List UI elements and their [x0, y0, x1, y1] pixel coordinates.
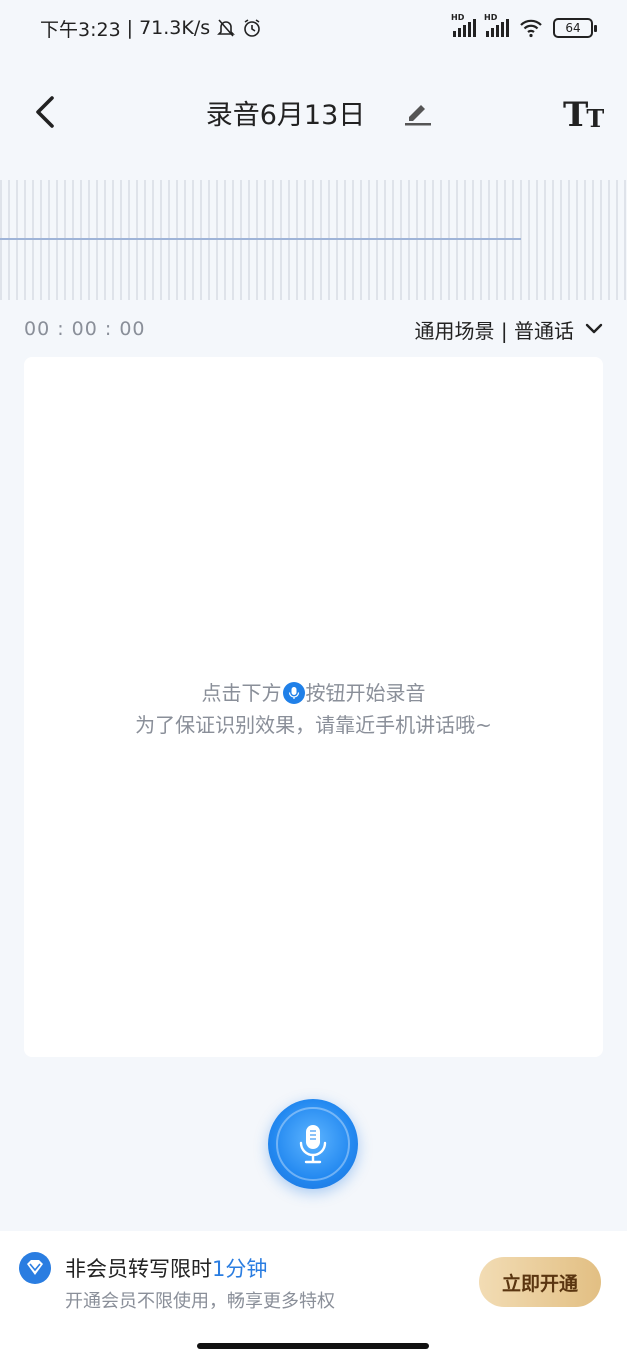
hint-text-after: 按钮开始录音 [305, 681, 426, 705]
timer-row: 00 : 00 : 00 通用场景 | 普通话 [24, 312, 604, 346]
waveform-baseline [0, 238, 521, 240]
font-size-icon-small: T [586, 104, 605, 133]
signal-hd-label: HD [484, 13, 498, 22]
signal-hd-label: HD [451, 13, 465, 22]
recording-timer: 00 : 00 : 00 [24, 318, 146, 340]
hint-line-1: 点击下方 按钮开始录音 [24, 677, 603, 709]
record-button-ring [276, 1107, 350, 1181]
chevron-down-icon [585, 323, 603, 334]
status-bar: 下午3:23 | 71.3K/s HD HD 64 [0, 0, 627, 56]
membership-banner: 非会员转写限时1分钟 开通会员不限使用，畅享更多特权 立即开通 [0, 1231, 627, 1359]
hint-line-2: 为了保证识别效果，请靠近手机讲话哦~ [135, 713, 492, 737]
home-indicator[interactable] [197, 1343, 429, 1349]
membership-subtitle: 开通会员不限使用，畅享更多特权 [65, 1291, 335, 1312]
membership-limit: 1分钟 [212, 1257, 268, 1281]
status-right: HD HD 64 [451, 13, 597, 38]
recording-hint: 点击下方 按钮开始录音 为了保证识别效果，请靠近手机讲话哦~ [24, 677, 603, 741]
membership-title-prefix: 非会员转写限时 [65, 1257, 212, 1281]
network-speed: 71.3K/s [139, 17, 211, 39]
transcript-card: 点击下方 按钮开始录音 为了保证识别效果，请靠近手机讲话哦~ [24, 357, 603, 1057]
battery-icon: 64 [553, 18, 597, 38]
font-size-icon[interactable]: T T [563, 92, 605, 135]
microphone-icon [282, 682, 305, 704]
scene-label: 通用场景 | 普通话 [414, 318, 574, 343]
alarm-icon [244, 19, 260, 37]
title-group: 录音6月13日 [206, 93, 434, 132]
hint-text-before: 点击下方 [201, 681, 282, 705]
signal-icon: HD [451, 13, 476, 37]
signal-icon: HD [484, 13, 509, 37]
battery-level: 64 [565, 21, 581, 35]
audio-waveform [0, 180, 627, 300]
edit-pencil-icon[interactable] [403, 97, 433, 127]
status-left: 下午3:23 | 71.3K/s [40, 15, 262, 42]
open-membership-button[interactable]: 立即开通 [479, 1257, 601, 1307]
back-arrow-icon[interactable] [28, 90, 68, 134]
app-header: 录音6月13日 T T [0, 72, 627, 152]
vip-diamond-icon [19, 1252, 51, 1284]
record-button[interactable] [268, 1099, 358, 1189]
page-title: 录音6月13日 [205, 99, 366, 131]
membership-title: 非会员转写限时1分钟 [65, 1253, 267, 1283]
mute-bell-icon [217, 19, 236, 37]
scene-selector[interactable]: 通用场景 | 普通话 [415, 315, 604, 344]
status-time: 下午3:23 [40, 18, 121, 41]
font-size-icon-big: T [563, 95, 589, 135]
wifi-icon [520, 19, 542, 38]
status-divider: | [126, 17, 134, 39]
